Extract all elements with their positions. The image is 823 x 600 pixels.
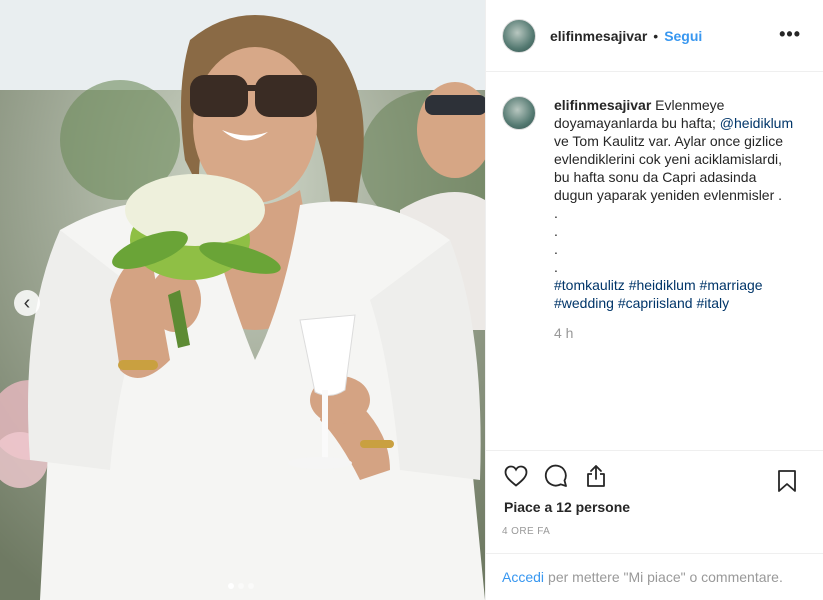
caption-time: 4 h [554,325,574,341]
post-header: elifinmesajivar • Segui ••• [486,0,823,72]
hashtag-link[interactable]: #marriage [700,277,763,293]
comment-button[interactable] [536,456,576,496]
caption-body: elifinmesajivar Evlenmeye doyamayanlarda… [554,96,794,342]
photo-illustration [0,0,485,600]
like-button[interactable] [496,456,536,496]
carousel-indicator [228,583,254,589]
comment-icon [544,464,567,487]
hashtag-link[interactable]: #heidiklum [629,277,696,293]
caption-dot-line: . [554,205,558,221]
caption-username[interactable]: elifinmesajivar [554,97,651,113]
caption-avatar[interactable] [502,96,536,130]
caption-text-cont: ve Tom Kaulitz var. Aylar once gizlice e… [554,133,784,203]
carousel-dot [248,583,254,589]
login-link[interactable]: Accedi [502,569,544,585]
carousel-prev-button[interactable]: ‹ [14,290,40,316]
save-button[interactable] [767,461,807,501]
chevron-left-icon: ‹ [23,292,31,314]
login-prompt: Accedi per mettere "Mi piace" o commenta… [486,553,823,600]
share-button[interactable] [576,456,616,496]
likes-count[interactable]: Piace a 12 persone [504,499,630,515]
mention-link[interactable]: @heidiklum [720,115,793,131]
post-photo[interactable]: ‹ [0,0,485,600]
caption-dot-line: . [554,259,558,275]
caption-dot-line: . [554,223,558,239]
hashtag-link[interactable]: #wedding [554,295,614,311]
post-side-panel: elifinmesajivar • Segui ••• elifinmesaji… [485,0,823,600]
separator-dot: • [653,27,659,44]
more-options-icon[interactable]: ••• [779,24,801,45]
login-prompt-text: per mettere "Mi piace" o commentare. [548,569,783,585]
hashtag-link[interactable]: #tomkaulitz [554,277,625,293]
follow-button[interactable]: Segui [664,28,702,44]
bookmark-icon [778,470,796,492]
carousel-dot [228,583,234,589]
avatar[interactable] [502,18,536,53]
username[interactable]: elifinmesajivar [550,28,647,44]
post-timestamp: 4 ORE FA [502,526,551,537]
heart-icon [504,465,528,487]
caption-dot-line: . [554,241,558,257]
hashtag-link[interactable]: #capriisland [618,295,693,311]
carousel-dot [238,583,244,589]
hashtag-link[interactable]: #italy [696,295,729,311]
caption: elifinmesajivar Evlenmeye doyamayanlarda… [486,72,823,342]
action-bar [486,450,823,500]
share-icon [587,464,605,487]
